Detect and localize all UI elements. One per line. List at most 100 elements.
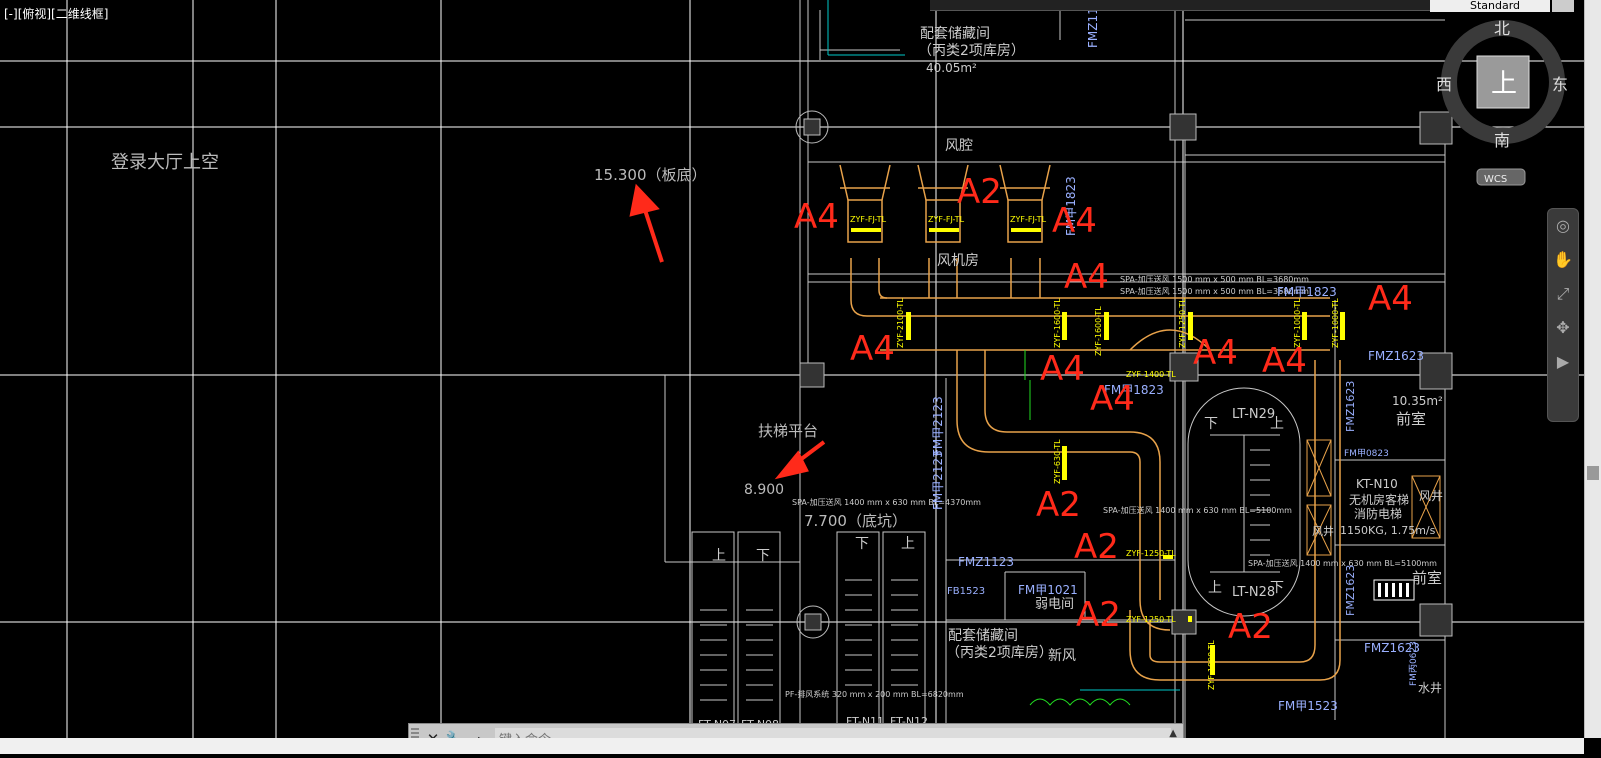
viewcube-wcs: WCS xyxy=(1484,174,1507,185)
annotation-a2-4: A2 xyxy=(1076,595,1121,635)
annotation-a4-8: A4 xyxy=(1262,341,1307,381)
orbit-icon[interactable]: ✥ xyxy=(1548,311,1578,345)
annotation-a2-3: A2 xyxy=(1074,527,1119,567)
equip-tag-zyf-2: ZYF-FJ-TL xyxy=(928,215,965,224)
door-tag-fm-1823-b: FM甲1823 xyxy=(1277,285,1337,299)
viewcube-north: 北 xyxy=(1494,19,1510,38)
door-tag-fm-0823: FM甲0823 xyxy=(1344,448,1389,459)
annotation-a4-1: A4 xyxy=(794,197,839,237)
label-elevator-4: 消防电梯 xyxy=(1354,506,1402,521)
cad-drawing-area[interactable]: 登录大厅上空 15.300（板底） 扶梯平台 8.900 7.700（底坑） 配… xyxy=(0,0,1601,754)
equip-tag-zyf-1: ZYF-FJ-TL xyxy=(850,215,887,224)
label-stair-up-1: 上 xyxy=(1270,416,1284,432)
label-water-well: 水井 xyxy=(1418,681,1442,695)
label-storage-bottom-2: （丙类2项库房） xyxy=(946,645,1053,661)
label-elevator-2: 无机房客梯 xyxy=(1349,492,1409,507)
label-level-slab: 15.300（板底） xyxy=(594,166,707,184)
vertical-scrollbar[interactable] xyxy=(1584,0,1601,738)
label-storage-bottom-1: 配套储藏间 xyxy=(948,628,1018,644)
viewcube-east: 东 xyxy=(1552,75,1568,94)
label-weak-elec: 弱电间 xyxy=(1035,597,1074,612)
label-stair-down-1: 下 xyxy=(1204,416,1218,432)
door-tag-fb-1523: FB1523 xyxy=(947,586,985,597)
steering-wheel-icon[interactable]: ◎ xyxy=(1548,209,1578,243)
label-storage-top-1: 配套储藏间 xyxy=(920,26,990,42)
door-tag-fm-2123-a: FM甲2123 xyxy=(931,396,945,456)
label-esc-up-2: 上 xyxy=(901,536,915,552)
label-esc-down-2: 下 xyxy=(855,536,869,552)
label-elevator-3: 风井 xyxy=(1419,489,1443,503)
annotation-a4-2: A4 xyxy=(1052,201,1097,241)
annotation-a4-6: A4 xyxy=(1040,349,1085,389)
label-level-pit: 7.700（底坑） xyxy=(804,512,907,530)
label-elevator-5: 1150KG, 1.75m/s xyxy=(1340,524,1436,537)
status-strip xyxy=(0,738,1584,754)
duct-note-spa-3: SPA-加压送风 1400 mm x 630 mm BL=4370mm xyxy=(792,497,981,507)
annotation-a4-3: A4 xyxy=(1064,257,1109,297)
equip-tag-zyf-1250: ZYF-1250-TL xyxy=(1178,298,1187,348)
label-stair-bottom: LT-N28 xyxy=(1232,585,1275,600)
navigation-bar: ◎ ✋ ⤢ ✥ ▶ xyxy=(1547,208,1579,422)
label-level-platform: 8.900 xyxy=(744,482,784,498)
door-tag-fm-2123-b: FM甲2123 xyxy=(931,450,945,510)
duct-note-pf-1: PF-排风系统 320 mm x 200 mm BL=6820mm xyxy=(785,689,964,699)
duct-note-spa-1: SPA-加压送风 1500 mm x 500 mm BL=3680mm xyxy=(1120,274,1309,284)
label-wind-cavity: 风腔 xyxy=(945,138,973,154)
equip-tag-zyf-1250-c: ZYF-1250-TL xyxy=(1126,615,1176,624)
label-front-room-2: 前室 xyxy=(1412,569,1442,587)
label-storage-top-area: 40.05m² xyxy=(926,61,977,75)
annotation-a2-5: A2 xyxy=(1228,607,1273,647)
door-tag-fmz-1623-c: FMZ1623 xyxy=(1344,565,1357,616)
equip-tag-zyf-1000-c: ZYF-1000-TL xyxy=(1207,640,1216,690)
label-front-room-1: 前室 xyxy=(1396,410,1426,428)
close-icon[interactable] xyxy=(1552,0,1574,12)
duct-note-spa-5: SPA-加压送风 1400 mm x 630 mm BL=5100mm xyxy=(1248,558,1437,568)
annotation-a4-7: A4 xyxy=(1193,333,1238,373)
small-hatch xyxy=(1373,579,1415,601)
annotation-a4-5: A4 xyxy=(850,329,895,369)
viewcube-face: 上 xyxy=(1491,69,1517,99)
equip-tag-zyf-630: ZYF-630-TL xyxy=(1053,439,1062,484)
equip-tag-zyf-1600-b: ZYF-1600-TL xyxy=(1094,306,1103,356)
label-fresh-air: 新风 xyxy=(1048,648,1076,664)
equip-tag-zyf-1600-a: ZYF-1600-TL xyxy=(1053,298,1062,348)
equip-tag-zyf-2100: ZYF-2100-TL xyxy=(896,298,905,348)
visual-style-select[interactable]: Standard xyxy=(1430,0,1550,12)
door-tag-fmz-1623-b: FMZ1623 xyxy=(1344,381,1357,432)
label-escalator-platform: 扶梯平台 xyxy=(758,422,818,440)
viewport-label[interactable]: [-][俯视][二维线框] xyxy=(4,5,108,22)
door-tag-fmz-1123-b: FMZ1123 xyxy=(958,555,1014,569)
label-front-room-area: 10.35m² xyxy=(1392,394,1443,408)
label-esc-down-1: 下 xyxy=(756,548,770,564)
annotation-a4-4: A4 xyxy=(1368,279,1413,319)
door-tag-fm-1523: FM甲1523 xyxy=(1278,699,1338,713)
label-wind-well: 风井 xyxy=(1312,524,1334,538)
showmotion-icon[interactable]: ▶ xyxy=(1548,345,1578,379)
pan-hand-icon[interactable]: ✋ xyxy=(1548,243,1578,277)
cad-canvas[interactable]: 登录大厅上空 15.300（板底） 扶梯平台 8.900 7.700（底坑） 配… xyxy=(0,0,1601,754)
label-elevator-1: KT-N10 xyxy=(1356,477,1398,491)
scrollbar-thumb[interactable] xyxy=(1587,466,1599,480)
door-tag-fm-1021: FM甲1021 xyxy=(1018,583,1078,597)
label-stair-top: LT-N29 xyxy=(1232,407,1275,422)
annotation-a2-2: A2 xyxy=(1036,485,1081,525)
label-stair-up-2: 上 xyxy=(1208,580,1222,596)
zoom-icon[interactable]: ⤢ xyxy=(1548,277,1578,311)
top-toolbar[interactable] xyxy=(930,0,1430,11)
equip-tag-zyf-3: ZYF-FJ-TL xyxy=(1010,215,1047,224)
label-fan-room: 风机房 xyxy=(937,253,979,269)
door-tag-fm-0623: FM丙0623 xyxy=(1408,641,1419,686)
duct-note-spa-4: SPA-加压送风 1400 mm x 630 mm BL=5100mm xyxy=(1103,505,1292,515)
door-tag-fmz-1623-a: FMZ1623 xyxy=(1368,349,1424,363)
label-esc-up-1: 上 xyxy=(712,548,726,564)
annotation-a4-9: A4 xyxy=(1090,379,1135,419)
equip-tag-zyf-1000-b: ZYF-1000-TL xyxy=(1331,298,1340,348)
annotation-a2-1: A2 xyxy=(957,172,1002,212)
equip-tag-zyf-1400: ZYF-1400-TL xyxy=(1126,370,1176,379)
viewcube-west: 西 xyxy=(1436,75,1452,94)
label-stair-down-2: 下 xyxy=(1270,580,1284,596)
viewcube-south: 南 xyxy=(1494,131,1510,150)
equip-tag-zyf-1250-b: ZYF-1250-TL xyxy=(1126,549,1176,558)
label-hall-void: 登录大厅上空 xyxy=(111,152,219,173)
label-storage-top-2: （丙类2项库房） xyxy=(918,43,1025,59)
